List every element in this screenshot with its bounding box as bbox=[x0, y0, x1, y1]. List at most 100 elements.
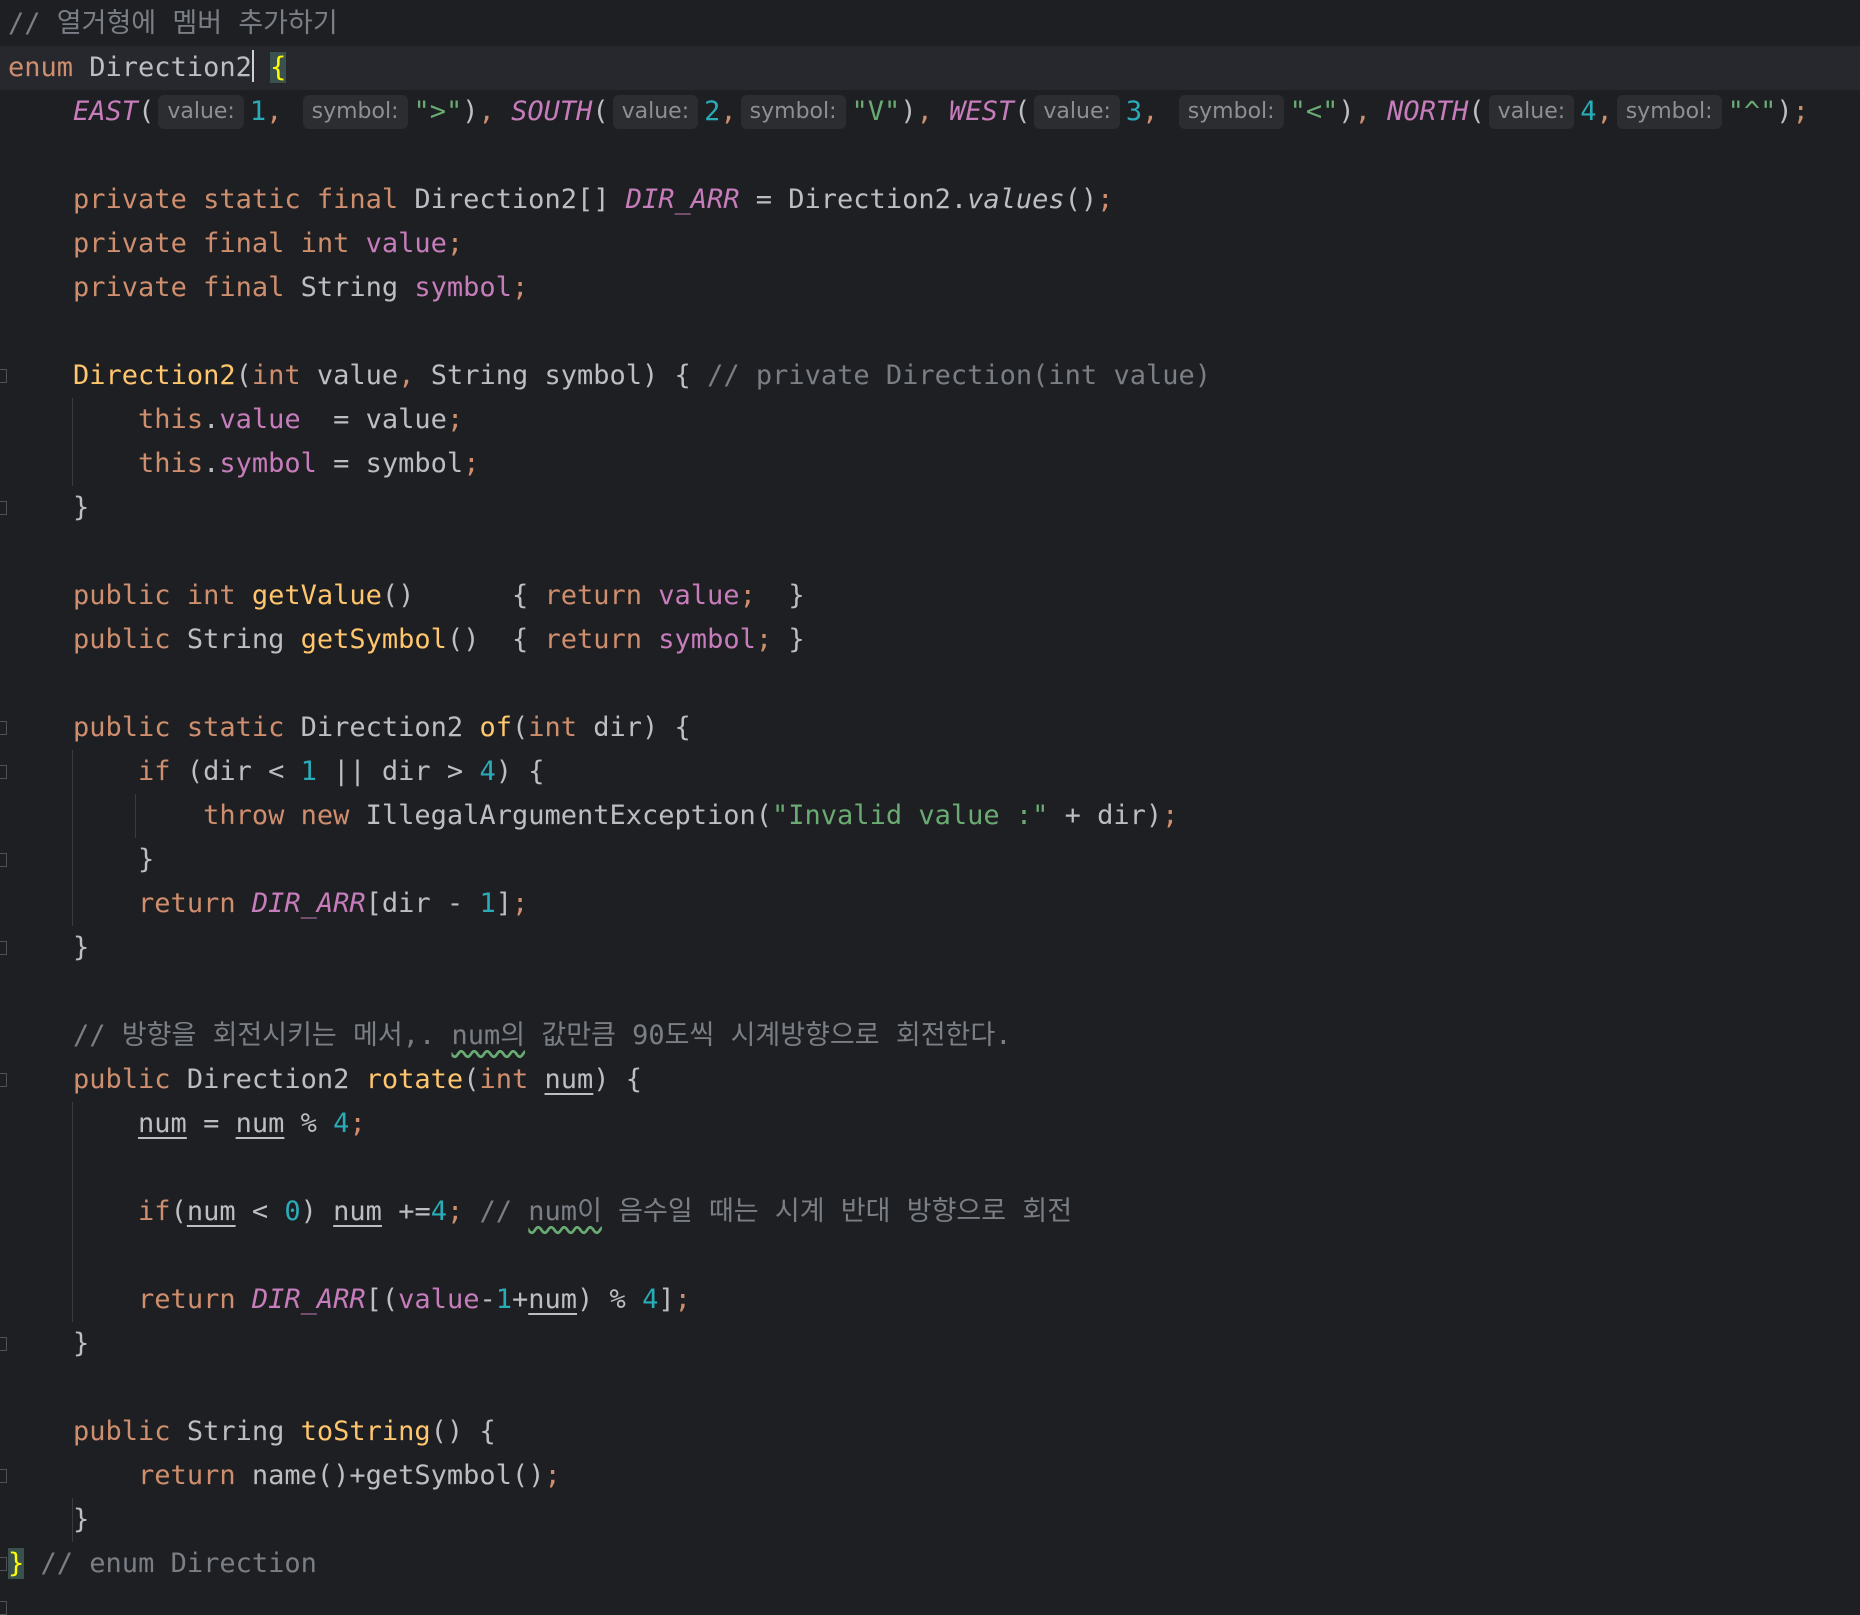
code-line[interactable]: } bbox=[8, 926, 1860, 970]
code-line[interactable]: public Direction2 rotate(int num) { bbox=[8, 1058, 1860, 1102]
fold-marker-icon[interactable] bbox=[0, 1601, 7, 1615]
code-token: , bbox=[398, 360, 415, 391]
code-token: ; bbox=[349, 1108, 366, 1139]
code-token: String bbox=[284, 272, 415, 303]
code-line[interactable]: private static final Direction2[] DIR_AR… bbox=[8, 178, 1860, 222]
code-token: 1 bbox=[479, 888, 496, 919]
code-token: Direction2[] bbox=[398, 184, 626, 215]
code-token: Direction2 bbox=[170, 1064, 366, 1095]
fold-marker-icon[interactable] bbox=[0, 1469, 7, 1483]
code-line[interactable]: } bbox=[8, 1322, 1860, 1366]
code-token: ( bbox=[1014, 96, 1031, 127]
fold-marker-icon[interactable] bbox=[0, 1073, 7, 1087]
code-token: value bbox=[398, 1284, 480, 1315]
code-token: + bbox=[511, 1284, 529, 1315]
code-line[interactable] bbox=[8, 1366, 1860, 1410]
code-line[interactable]: public static Direction2 of(int dir) { bbox=[8, 706, 1860, 750]
matched-brace: } bbox=[8, 1548, 25, 1579]
code-line[interactable]: if(num < 0) num +=4; // num이 음수일 때는 시계 반… bbox=[8, 1190, 1860, 1234]
code-token: int bbox=[528, 712, 577, 743]
code-line[interactable]: public int getValue() { return value; } bbox=[8, 574, 1860, 618]
code-line[interactable]: return DIR_ARR[dir - 1]; bbox=[8, 882, 1860, 926]
code-line[interactable]: } // enum Direction bbox=[8, 1542, 1860, 1586]
code-token: return bbox=[544, 624, 643, 655]
code-token: int bbox=[251, 360, 301, 391]
code-token: , bbox=[478, 96, 512, 127]
code-line[interactable] bbox=[8, 530, 1860, 574]
indent-guide bbox=[72, 398, 73, 486]
code-line[interactable] bbox=[8, 310, 1860, 354]
fold-marker-icon[interactable] bbox=[0, 721, 7, 735]
code-token: Direction2 bbox=[73, 52, 252, 83]
code-token: String bbox=[170, 1416, 301, 1447]
code-token: ( bbox=[1468, 96, 1485, 127]
fold-marker-icon[interactable] bbox=[0, 765, 7, 779]
code-token: Direction2 bbox=[284, 712, 480, 743]
code-line[interactable]: enum Direction2 { bbox=[0, 46, 1860, 90]
fold-marker-icon[interactable] bbox=[0, 501, 7, 515]
fold-marker-icon[interactable] bbox=[0, 1337, 7, 1351]
code-token: ; bbox=[463, 448, 480, 479]
code-token: num bbox=[528, 1284, 578, 1315]
code-line[interactable]: return name()+getSymbol(); bbox=[8, 1454, 1860, 1498]
code-token: value bbox=[300, 360, 399, 391]
parameter-hint: value: bbox=[1488, 95, 1575, 129]
code-line[interactable]: return DIR_ARR[(value-1+num) % 4]; bbox=[8, 1278, 1860, 1322]
code-token: } bbox=[772, 624, 805, 655]
code-line[interactable]: public String toString() { bbox=[8, 1410, 1860, 1454]
code-line[interactable] bbox=[8, 970, 1860, 1014]
parameter-hint: symbol: bbox=[740, 95, 846, 129]
fold-marker-icon[interactable] bbox=[0, 941, 7, 955]
indent-guide bbox=[72, 750, 73, 926]
code-line[interactable]: this.value = value; bbox=[8, 398, 1860, 442]
code-line[interactable]: EAST(value: 1, symbol: ">"), SOUTH(value: 2… bbox=[8, 90, 1860, 134]
code-token: ; bbox=[511, 888, 529, 919]
code-editor[interactable]: // 열거형에 멤버 추가하기 enum Direction2 { EAST(va… bbox=[0, 0, 1860, 1615]
code-token: throw new bbox=[203, 800, 350, 831]
code-token: , bbox=[1142, 96, 1175, 127]
code-token: = bbox=[186, 1108, 236, 1139]
code-line[interactable] bbox=[8, 1234, 1860, 1278]
code-line[interactable]: // 열거형에 멤버 추가하기 bbox=[8, 2, 1860, 46]
code-line[interactable]: throw new IllegalArgumentException("Inva… bbox=[8, 794, 1860, 838]
parameter-hint: value: bbox=[158, 95, 244, 129]
code-line[interactable] bbox=[8, 662, 1860, 706]
fold-marker-icon[interactable] bbox=[0, 1557, 7, 1571]
parameter-hint: value: bbox=[612, 95, 699, 129]
code-line[interactable]: private final int value; bbox=[8, 222, 1860, 266]
code-line[interactable] bbox=[8, 134, 1860, 178]
code-token: value bbox=[219, 404, 301, 435]
code-line[interactable]: } bbox=[8, 486, 1860, 530]
code-token: ; bbox=[446, 228, 464, 259]
code-line[interactable]: num = num % 4; bbox=[8, 1102, 1860, 1146]
code-token: ) { bbox=[593, 1064, 643, 1095]
code-line[interactable]: public String getSymbol() { return symbo… bbox=[8, 618, 1860, 662]
code-token: values bbox=[967, 184, 1065, 215]
code-token: } bbox=[8, 1328, 90, 1359]
code-token: String symbol) { bbox=[414, 360, 708, 391]
code-line[interactable]: } bbox=[8, 1498, 1860, 1542]
code-token: rotate bbox=[365, 1064, 464, 1095]
fold-marker-icon[interactable] bbox=[0, 853, 7, 867]
code-token: of bbox=[479, 712, 512, 743]
code-token: this bbox=[138, 448, 204, 479]
code-line[interactable]: private final String symbol; bbox=[8, 266, 1860, 310]
code-line[interactable]: if (dir < 1 || dir > 4) { bbox=[8, 750, 1860, 794]
code-line[interactable]: Direction2(int value, String symbol) { /… bbox=[8, 354, 1860, 398]
code-line[interactable] bbox=[8, 1146, 1860, 1190]
code-line[interactable]: // 방향을 회전시키는 메서,. num의 값만큼 90도씩 시계방향으로 회… bbox=[8, 1014, 1860, 1058]
code-line[interactable]: this.symbol = symbol; bbox=[8, 442, 1860, 486]
code-line[interactable]: } bbox=[8, 838, 1860, 882]
fold-marker-icon[interactable] bbox=[0, 369, 7, 383]
